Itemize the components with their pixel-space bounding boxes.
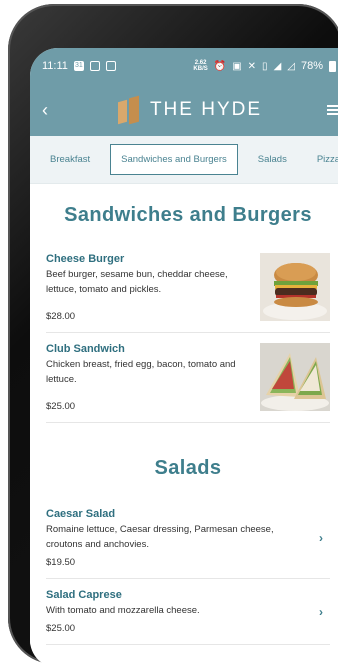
battery-icon (329, 60, 336, 72)
section-title-sandwiches: Sandwiches and Burgers (64, 204, 312, 226)
menu-item-description: Beef burger, sesame bun, cheddar cheese,… (46, 269, 228, 295)
tab-pizza[interactable]: Pizza (307, 145, 338, 174)
status-left: 11:11 31 (42, 60, 116, 72)
phone-screen: 11:11 31 2.62 KB/S ⏰ ▣ ✕ ▯ ◢ ◿ 78% ‹ THE… (30, 48, 338, 668)
menu-item-description: Chicken breast, fried egg, bacon, tomato… (46, 359, 236, 385)
menu-button[interactable] (316, 105, 338, 115)
battery-percent: 78% (300, 60, 323, 72)
network-speed-unit: KB/S (193, 66, 208, 72)
menu-item-price: $25.00 (46, 623, 76, 634)
status-time: 11:11 (42, 60, 68, 72)
menu-item-name: Caesar Salad (46, 508, 116, 520)
vibrate-icon: ▯ (262, 60, 268, 72)
category-tabs: Breakfast Sandwiches and Burgers Salads … (30, 136, 338, 184)
menu-item-description: With tomato and mozzarella cheese. (46, 605, 200, 616)
menu-item-name: Salad Caprese (46, 589, 122, 601)
chevron-right-icon[interactable]: › (312, 589, 330, 634)
nfc-icon: ▣ (232, 60, 242, 72)
section-title-salads: Salads (154, 457, 222, 479)
status-bar: 11:11 31 2.62 KB/S ⏰ ▣ ✕ ▯ ◢ ◿ 78% (30, 48, 338, 84)
menu-item[interactable]: Salad Caprese With tomato and mozzarella… (46, 579, 330, 645)
tab-salads[interactable]: Salads (248, 145, 297, 174)
cheese-burger-photo (260, 253, 330, 321)
menu-item-text: Cheese Burger Beef burger, sesame bun, c… (46, 253, 260, 322)
phone-frame: 11:11 31 2.62 KB/S ⏰ ▣ ✕ ▯ ◢ ◿ 78% ‹ THE… (8, 4, 338, 668)
brand-logo[interactable]: THE HYDE (116, 95, 262, 125)
menu-item-name: Cheese Burger (46, 253, 125, 265)
mute-icon: ✕ (247, 60, 257, 72)
menu-item-price: $19.50 (46, 557, 76, 568)
menu-item-text: Salad Caprese With tomato and mozzarella… (46, 589, 312, 634)
chevron-right-icon[interactable]: › (312, 508, 330, 568)
app-header: ‹ THE HYDE (30, 84, 338, 136)
status-right: 2.62 KB/S ⏰ ▣ ✕ ▯ ◢ ◿ 78% (193, 60, 336, 72)
menu-item-price: $25.00 (46, 401, 76, 412)
menu-item[interactable]: Club Sandwich Chicken breast, fried egg,… (46, 333, 330, 423)
notification-square-icon (89, 61, 100, 71)
menu-item-price: $28.00 (46, 311, 76, 322)
brand-name: THE HYDE (149, 99, 263, 120)
logo-mark-icon (116, 95, 142, 125)
tab-breakfast[interactable]: Breakfast (40, 145, 100, 174)
menu-item-text: Club Sandwich Chicken breast, fried egg,… (46, 343, 260, 412)
menu-item-name: Club Sandwich (46, 343, 125, 355)
notification-square-icon-2 (105, 61, 116, 71)
menu-content: Sandwiches and Burgers Cheese Burger Bee… (30, 204, 338, 645)
network-speed: 2.62 KB/S (193, 60, 207, 72)
wifi-signal-icon: ◿ (287, 60, 295, 72)
calendar-icon: 31 (73, 61, 84, 71)
alarm-icon: ⏰ (213, 60, 227, 72)
menu-item[interactable]: Cheese Burger Beef burger, sesame bun, c… (46, 243, 330, 333)
menu-item-description: Romaine lettuce, Caesar dressing, Parmes… (46, 524, 274, 550)
menu-item[interactable]: Caesar Salad Romaine lettuce, Caesar dre… (46, 498, 330, 579)
tab-sandwiches-and-burgers[interactable]: Sandwiches and Burgers (110, 144, 238, 175)
club-sandwich-photo (260, 343, 330, 411)
menu-item-text: Caesar Salad Romaine lettuce, Caesar dre… (46, 508, 312, 568)
back-button[interactable]: ‹ (42, 100, 62, 121)
signal-icon: ◢ (273, 60, 282, 72)
chevron-left-icon: ‹ (42, 99, 48, 120)
